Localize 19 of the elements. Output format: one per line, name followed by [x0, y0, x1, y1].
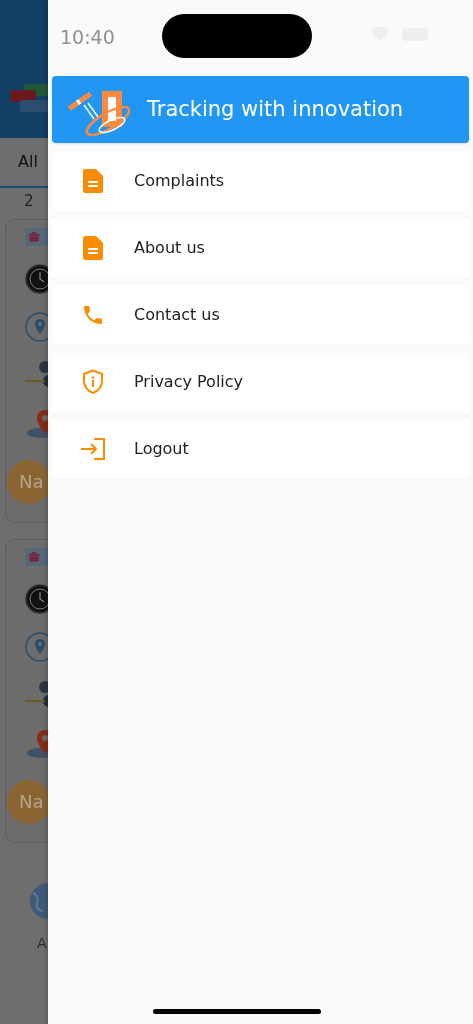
- menu-item[interactable]: About us: [52, 219, 469, 277]
- count-text: 2: [24, 191, 35, 212]
- menu-item[interactable]: Privacy Policy: [52, 353, 469, 411]
- menu-item[interactable]: Contact us: [52, 286, 469, 344]
- shield-info-icon: [82, 369, 104, 395]
- document-icon: [83, 169, 103, 193]
- avatar: Na: [7, 459, 48, 504]
- garage-icon: [25, 227, 48, 246]
- document-icon: [83, 236, 103, 260]
- logout-icon: [80, 438, 106, 460]
- menu-item[interactable]: Complaints: [52, 152, 469, 210]
- status-time: 10:40: [60, 25, 115, 50]
- menu-item[interactable]: Logout: [52, 420, 469, 478]
- avatar: Na: [7, 779, 48, 824]
- tab[interactable]: All: [18, 150, 38, 174]
- header-title: Tracking with innovation: [147, 95, 404, 123]
- phone-icon: [81, 303, 105, 327]
- globe-icon: [29, 882, 48, 919]
- garage-icon: [25, 547, 48, 566]
